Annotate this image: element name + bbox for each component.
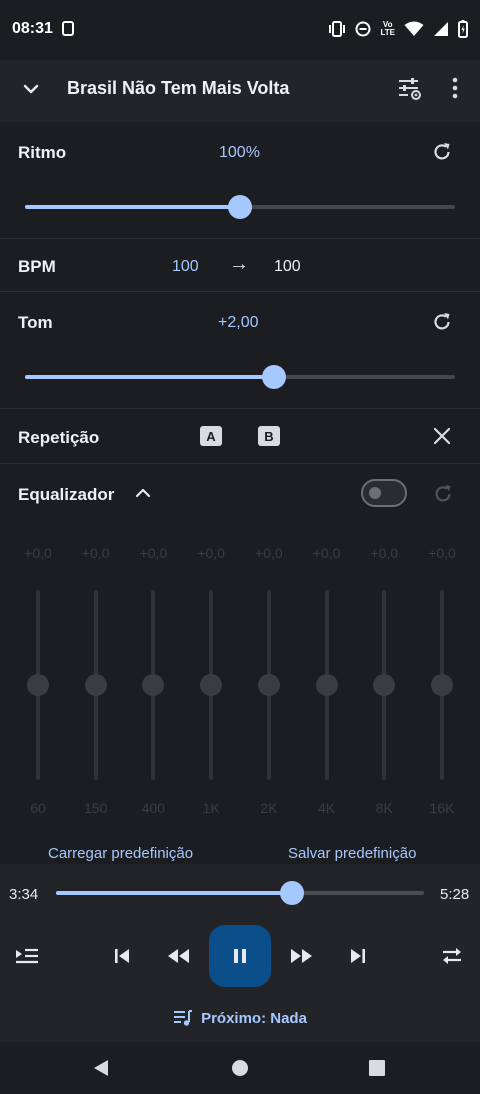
pause-icon — [234, 949, 246, 963]
signal-icon — [434, 22, 448, 36]
eq-band-thumb[interactable] — [373, 674, 396, 696]
eq-band-frequency: 400 — [141, 800, 166, 816]
divider — [0, 291, 480, 292]
eq-band-frequency: 60 — [30, 800, 46, 816]
eq-band-gain: +0,0 — [428, 545, 456, 561]
rewind-icon[interactable] — [167, 946, 191, 966]
elapsed-time: 3:34 — [9, 886, 39, 903]
eq-band-thumb[interactable] — [84, 674, 107, 696]
eq-band-thumb[interactable] — [200, 674, 223, 696]
equalizer-label: Equalizador — [18, 485, 115, 504]
system-nav-bar — [0, 1042, 480, 1094]
progress-fill — [56, 891, 292, 895]
pitch-slider[interactable] — [25, 375, 455, 379]
pause-button[interactable] — [209, 925, 271, 987]
more-vert-icon[interactable] — [444, 76, 466, 100]
pitch-label: Tom — [18, 313, 53, 332]
fast-forward-icon[interactable] — [289, 946, 313, 966]
back-triangle-icon[interactable] — [92, 1058, 110, 1078]
tempo-slider-thumb[interactable] — [228, 195, 252, 219]
eq-band-gain: +0,0 — [370, 545, 399, 561]
bpm-to: 100 — [274, 258, 301, 275]
toggle-knob — [369, 487, 381, 499]
status-bar: 08:31 Vo LTE — [0, 0, 480, 60]
queue-add-icon[interactable] — [14, 944, 40, 968]
tempo-value: 100% — [219, 144, 260, 161]
equalizer-settings-icon[interactable] — [396, 75, 424, 101]
eq-band-gain: +0,0 — [24, 545, 52, 561]
pitch-slider-fill — [25, 375, 275, 379]
eq-band-thumb[interactable] — [431, 674, 453, 696]
repeat-label: Repetição — [18, 428, 100, 447]
divider — [0, 238, 480, 239]
status-icons: Vo LTE — [328, 18, 468, 40]
bpm-from: 100 — [172, 258, 199, 275]
song-title: Brasil Não Tem Mais Volta — [67, 78, 290, 98]
eq-band-gain: +0,0 — [139, 545, 168, 561]
eq-band-thumb[interactable] — [27, 674, 49, 696]
skip-next-icon[interactable] — [348, 946, 368, 966]
tempo-slider-fill — [25, 205, 240, 209]
skip-previous-icon[interactable] — [112, 946, 132, 966]
eq-band-thumb[interactable] — [315, 674, 338, 696]
eq-band-gain: +0,0 — [197, 545, 225, 561]
next-up-label: Próximo: Nada — [201, 1009, 307, 1027]
reset-icon[interactable] — [431, 311, 453, 333]
queue-music-icon — [174, 1010, 193, 1026]
recents-square-icon[interactable] — [368, 1059, 386, 1077]
divider — [0, 408, 480, 409]
save-preset-button[interactable]: Salvar predefinição — [288, 845, 416, 862]
repeat-b-button[interactable]: B — [258, 426, 280, 446]
eq-band-gain: +0,0 — [81, 545, 110, 561]
reset-icon — [435, 485, 451, 502]
wifi-icon — [404, 21, 424, 36]
chevron-up-icon[interactable] — [134, 485, 152, 501]
total-duration: 5:28 — [440, 886, 470, 903]
close-icon[interactable] — [432, 426, 452, 446]
next-up[interactable]: Próximo: Nada — [0, 1009, 480, 1027]
status-time: 08:31 — [12, 20, 53, 37]
progress-thumb[interactable] — [279, 881, 304, 905]
divider — [0, 463, 480, 464]
tempo-label: Ritmo — [18, 143, 67, 162]
home-circle-icon[interactable] — [230, 1058, 250, 1078]
eq-band-thumb[interactable] — [142, 674, 165, 696]
eq-band-thumb[interactable] — [257, 674, 280, 696]
sim-icon — [62, 21, 74, 36]
eq-band-gain: +0,0 — [255, 545, 283, 561]
pitch-value: +2,00 — [218, 314, 259, 331]
progress-slider[interactable] — [56, 891, 424, 895]
vibrate-icon — [329, 21, 346, 37]
bpm-arrow: → — [229, 253, 249, 275]
load-preset-button[interactable]: Carregar predefinição — [48, 845, 193, 862]
network-type: Vo LTE — [380, 20, 395, 37]
chevron-down-icon[interactable] — [20, 78, 42, 100]
dnd-icon — [355, 21, 371, 37]
app-bar: Brasil Não Tem Mais Volta — [0, 60, 480, 122]
battery-charging-icon — [458, 20, 468, 38]
equalizer-toggle[interactable] — [361, 479, 407, 507]
eq-band-frequency: 8K — [375, 800, 393, 816]
eq-band-frequency: 1K — [202, 800, 220, 816]
pitch-slider-thumb[interactable] — [262, 365, 287, 389]
eq-band-frequency: 150 — [84, 800, 108, 816]
eq-band-gain: +0,0 — [312, 545, 341, 561]
eq-band-frequency: 4K — [318, 800, 336, 816]
repeat-a-button[interactable]: A — [200, 426, 222, 446]
eq-band-frequency: 2K — [260, 800, 278, 816]
repeat-icon[interactable] — [440, 944, 464, 968]
bpm-label: BPM — [18, 257, 56, 276]
reset-icon[interactable] — [431, 141, 453, 163]
eq-band-frequency: 16K — [429, 800, 455, 816]
